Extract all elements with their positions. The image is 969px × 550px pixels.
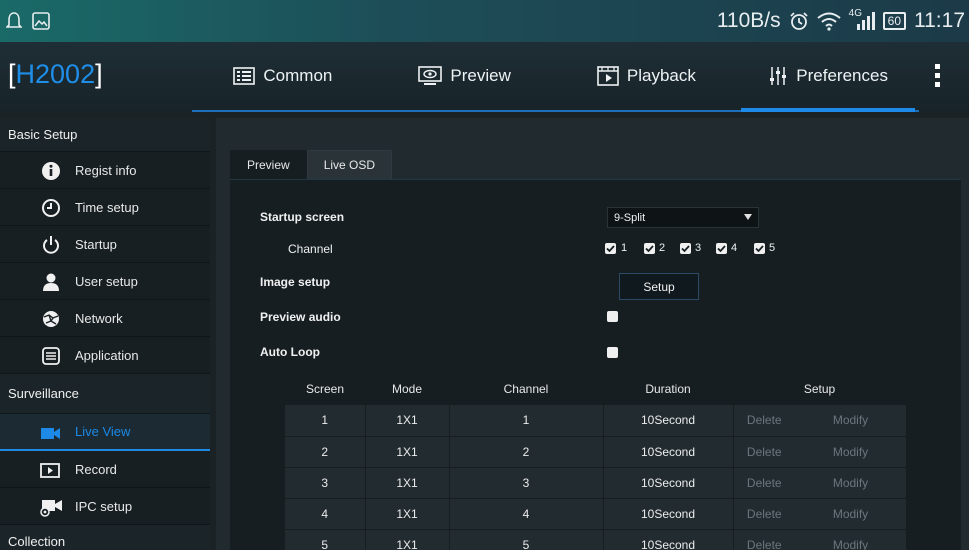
sidebar-item-record[interactable]: Record xyxy=(0,451,210,488)
startup-screen-select[interactable]: 9-Split xyxy=(607,207,759,228)
sidebar-item-live-view[interactable]: Live View xyxy=(0,414,210,451)
application-icon xyxy=(42,347,60,365)
chevron-down-icon xyxy=(744,214,752,220)
image-setup-label: Image setup xyxy=(260,275,331,289)
channel-5-checkbox[interactable] xyxy=(754,243,765,254)
clock: 11:17 xyxy=(914,9,965,32)
app-header: [H2002] Common Preview Playback Preferen… xyxy=(0,42,969,112)
table-row: 5 1X1 5 10Second Delete Modify xyxy=(285,529,906,550)
channel-1-checkbox[interactable] xyxy=(605,243,616,254)
modify-button[interactable]: Modify xyxy=(795,529,906,550)
channel-2-checkbox[interactable] xyxy=(644,243,655,254)
channel-label: Channel xyxy=(288,242,333,256)
main-panel: Preview Live OSD Startup screen 9-Split … xyxy=(216,118,969,550)
startup-screen-label: Startup screen xyxy=(260,210,345,224)
grid-list-icon xyxy=(233,67,256,85)
sliders-icon xyxy=(770,67,787,85)
header-mode: Mode xyxy=(365,373,449,405)
cell-signal-icon: 4G xyxy=(849,8,875,32)
sidebar-item-user-setup[interactable]: User setup xyxy=(0,263,210,300)
header-channel: Channel xyxy=(449,373,603,405)
more-menu-icon[interactable] xyxy=(935,64,943,87)
table-header-row: Screen Mode Channel Duration Setup xyxy=(285,373,906,405)
nav-tab-preferences[interactable]: Preferences xyxy=(737,42,919,112)
table-row: 1 1X1 1 10Second Delete Modify xyxy=(285,405,906,437)
table-row: 4 1X1 4 10Second Delete Modify xyxy=(285,498,906,530)
sidebar-section-surveillance[interactable]: Surveillance xyxy=(0,374,210,414)
clock-icon xyxy=(42,199,60,217)
network-speed: 110B/s xyxy=(716,9,781,32)
auto-loop-checkbox[interactable] xyxy=(607,347,618,358)
channel-2-label: 2 xyxy=(659,242,666,254)
sidebar-item-time-setup[interactable]: Time setup xyxy=(0,189,210,226)
main-nav: Common Preview Playback Preferences xyxy=(192,42,919,112)
auto-loop-table: Screen Mode Channel Duration Setup 1 1X1… xyxy=(285,373,906,550)
sidebar-item-startup[interactable]: Startup xyxy=(0,226,210,263)
power-icon xyxy=(43,236,59,254)
sidebar-item-application[interactable]: Application xyxy=(0,337,210,374)
info-icon xyxy=(42,162,60,180)
monitor-eye-icon xyxy=(418,66,443,85)
nav-tab-common[interactable]: Common xyxy=(192,42,374,110)
table-row: 2 1X1 2 10Second Delete Modify xyxy=(285,436,906,468)
record-icon xyxy=(40,463,60,478)
modify-button[interactable]: Modify xyxy=(795,467,906,499)
network-icon xyxy=(43,311,59,327)
device-code: H2002 xyxy=(15,59,96,89)
sidebar-item-ipc-setup[interactable]: IPC setup xyxy=(0,488,210,525)
device-logo: [H2002] xyxy=(8,59,103,89)
table-row: 3 1X1 3 10Second Delete Modify xyxy=(285,467,906,499)
sidebar: Basic Setup Regist info Time setup Start… xyxy=(0,118,210,550)
preview-audio-checkbox[interactable] xyxy=(607,311,618,322)
header-duration: Duration xyxy=(603,373,733,405)
sidebar-item-network[interactable]: Network xyxy=(0,300,210,337)
tab-preview[interactable]: Preview xyxy=(230,150,307,179)
channel-4-checkbox[interactable] xyxy=(716,243,727,254)
nav-tab-preview[interactable]: Preview xyxy=(374,42,556,110)
playback-icon xyxy=(597,66,619,86)
modify-button[interactable]: Modify xyxy=(795,436,906,468)
delete-button[interactable]: Delete xyxy=(733,498,795,530)
modify-button[interactable]: Modify xyxy=(795,498,906,530)
tab-live-osd[interactable]: Live OSD xyxy=(306,150,393,179)
ipc-icon xyxy=(40,500,62,517)
image-setup-button[interactable]: Setup xyxy=(619,273,699,300)
modify-button[interactable]: Modify xyxy=(795,405,906,437)
alarm-clock-icon xyxy=(790,12,808,30)
battery-indicator: 60 xyxy=(882,12,906,30)
delete-button[interactable]: Delete xyxy=(733,405,795,437)
channel-5-label: 5 xyxy=(769,242,776,254)
gallery-icon xyxy=(32,12,50,30)
camera-icon xyxy=(41,428,60,439)
delete-button[interactable]: Delete xyxy=(733,529,795,550)
header-setup: Setup xyxy=(733,373,906,405)
preview-settings: Startup screen 9-Split Channel 1 2 3 4 5… xyxy=(230,179,961,550)
auto-loop-label: Auto Loop xyxy=(260,345,320,359)
header-screen: Screen xyxy=(285,373,365,405)
channel-4-label: 4 xyxy=(731,242,738,254)
user-icon xyxy=(43,273,59,291)
sidebar-item-regist-info[interactable]: Regist info xyxy=(0,152,210,189)
channel-3-checkbox[interactable] xyxy=(680,243,691,254)
delete-button[interactable]: Delete xyxy=(733,436,795,468)
preview-audio-label: Preview audio xyxy=(260,310,341,324)
sub-tabs: Preview Live OSD xyxy=(230,150,393,179)
channel-3-label: 3 xyxy=(695,242,702,254)
sidebar-section-basic-setup[interactable]: Basic Setup xyxy=(0,118,210,152)
sidebar-section-collection[interactable]: Collection xyxy=(0,525,210,550)
status-bar: 110B/s 4G 60 11:17 xyxy=(0,0,969,42)
wifi-icon xyxy=(817,12,841,31)
notification-bell-icon xyxy=(6,12,22,28)
nav-tab-playback[interactable]: Playback xyxy=(556,42,738,110)
channel-1-label: 1 xyxy=(621,242,628,254)
delete-button[interactable]: Delete xyxy=(733,467,795,499)
